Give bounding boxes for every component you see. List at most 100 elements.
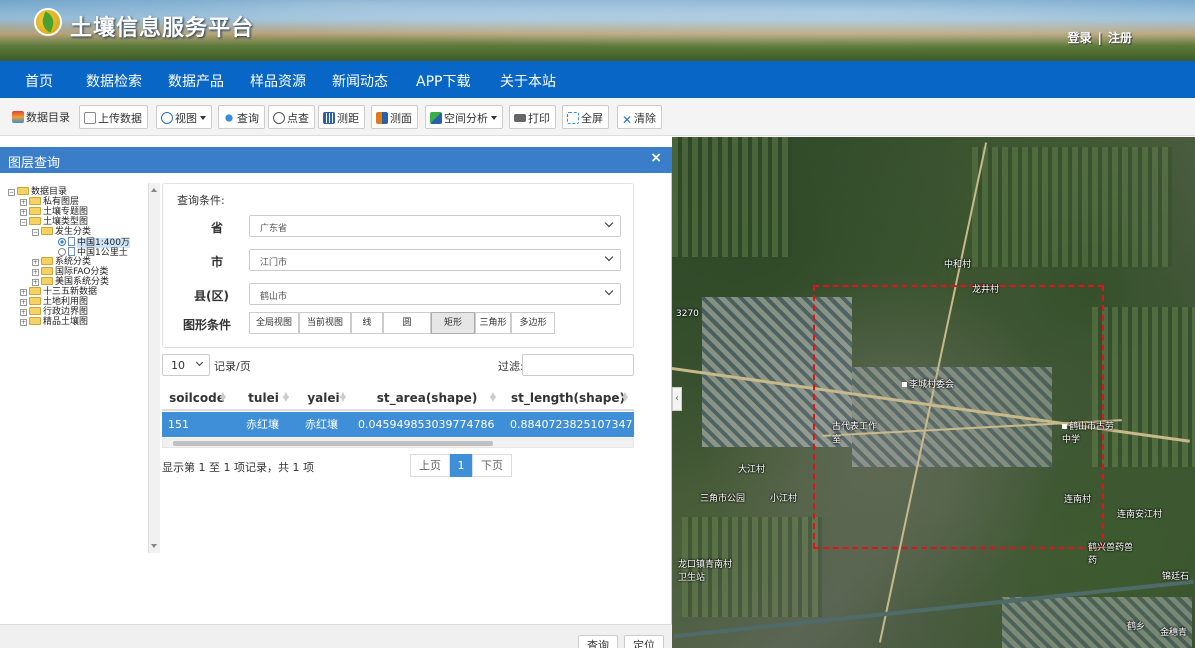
upload-button[interactable]: 上传数据	[79, 105, 148, 129]
nav-item-home[interactable]: 首页	[25, 71, 53, 91]
collapse-icon[interactable]: −	[32, 229, 39, 236]
shape-current-view-button[interactable]: 当前视图	[299, 312, 351, 334]
measure-distance-button[interactable]: 测距	[318, 105, 365, 129]
close-icon[interactable]: ×	[650, 150, 662, 166]
table-horizontal-scrollbar[interactable]	[162, 438, 634, 448]
table-header-st-area[interactable]: st_area(shape) ▲ ▼	[352, 385, 502, 411]
sort-icon[interactable]: ▲ ▼	[340, 391, 346, 403]
auth-links: 登录 | 注册	[1065, 29, 1135, 46]
layer-tree: − 数据目录 + 私有图层 + 土壤专题图 − 土壤类型图 − 发生分类 中国1:400万…	[0, 173, 160, 648]
tree-node-fine[interactable]: + 精品土壤图	[20, 317, 88, 327]
expand-icon[interactable]: +	[20, 309, 27, 316]
shape-global-view-button[interactable]: 全局视图	[249, 312, 299, 334]
tree-node-soil-type[interactable]: − 土壤类型图	[20, 217, 88, 227]
tree-node-fao[interactable]: + 国际FAO分类	[32, 267, 108, 277]
query-submit-button[interactable]: 查询	[578, 635, 618, 648]
site-header: 土壤信息服务平台 登录 | 注册	[0, 0, 1195, 61]
expand-icon[interactable]: +	[20, 199, 27, 206]
nav-item-data-products[interactable]: 数据产品	[168, 71, 224, 91]
expand-icon[interactable]: +	[20, 289, 27, 296]
panel-collapse-handle[interactable]: ‹	[672, 387, 682, 411]
shape-triangle-button[interactable]: 三角形	[475, 312, 511, 334]
next-page-button[interactable]: 下页	[472, 454, 512, 477]
tree-node-system[interactable]: + 系统分类	[32, 257, 91, 267]
measure-distance-label: 测距	[337, 112, 359, 125]
scrollbar-thumb[interactable]	[173, 441, 493, 446]
query-button[interactable]: 查询	[218, 105, 265, 129]
login-link[interactable]: 登录	[1068, 31, 1092, 45]
print-button[interactable]: 打印	[509, 105, 556, 129]
page-size-label: 记录/页	[214, 360, 251, 373]
table-header-tulei[interactable]: tulei ▲ ▼	[232, 385, 295, 411]
tree-node-genetic[interactable]: − 发生分类	[32, 227, 91, 237]
filter-input[interactable]	[522, 354, 634, 376]
shape-line-button[interactable]: 线	[351, 312, 383, 334]
scroll-up-icon[interactable]	[151, 188, 157, 192]
clear-button[interactable]: ✕ 清除	[617, 105, 662, 129]
satellite-map[interactable]: 中和村 龙井村 李城村委会 古代表工作室 鹤山市古劳中学 大江村 三角市公园 小…	[672, 137, 1195, 648]
expand-icon[interactable]: +	[32, 259, 39, 266]
table-header-soilcode[interactable]: soilcode ▲ ▼	[162, 385, 232, 411]
shape-polygon-button[interactable]: 多边形	[511, 312, 555, 334]
dialog-header[interactable]: 图层查询 ×	[0, 147, 672, 173]
site-title[interactable]: 土壤信息服务平台	[70, 10, 254, 42]
tree-node-us[interactable]: + 美国系统分类	[32, 277, 109, 287]
province-select[interactable]: 广东省	[249, 215, 621, 237]
expand-icon[interactable]: +	[20, 299, 27, 306]
shape-rectangle-button[interactable]: 矩形	[431, 312, 475, 334]
dialog-footer	[0, 624, 672, 648]
tree-node-thematic[interactable]: + 土壤专题图	[20, 207, 88, 217]
expand-icon[interactable]: +	[20, 209, 27, 216]
prev-page-button[interactable]: 上页	[410, 454, 450, 477]
catalog-button[interactable]: 数据目录	[8, 105, 75, 129]
nav-item-sample-resources[interactable]: 样品资源	[250, 71, 306, 91]
county-select[interactable]: 鹤山市	[249, 283, 621, 305]
table-header-st-length[interactable]: st_length(shape) ▲ ▼	[502, 385, 634, 411]
view-dropdown[interactable]: 视图	[156, 105, 212, 129]
radio-selected-icon[interactable]	[58, 238, 66, 246]
nav-item-about[interactable]: 关于本站	[500, 71, 556, 91]
fullscreen-label: 全屏	[581, 112, 603, 125]
radio-icon[interactable]	[58, 248, 66, 256]
sort-icon[interactable]: ▲ ▼	[283, 391, 289, 403]
collapse-icon[interactable]: −	[8, 189, 15, 196]
sort-icon[interactable]: ▲ ▼	[622, 391, 628, 403]
map-field	[672, 137, 792, 257]
tree-node-root[interactable]: − 数据目录	[8, 187, 67, 197]
map-label: 连南安江村	[1117, 510, 1163, 520]
county-value: 鹤山市	[260, 292, 288, 302]
city-select[interactable]: 江门市	[249, 249, 621, 271]
table-header-yalei[interactable]: yalei ▲ ▼	[295, 385, 352, 411]
nav-item-news[interactable]: 新闻动态	[332, 71, 388, 91]
shape-circle-button[interactable]: 圆	[383, 312, 431, 334]
tree-scrollbar[interactable]	[148, 183, 160, 553]
spatial-analysis-dropdown[interactable]: 空间分析	[425, 105, 503, 129]
register-link[interactable]: 注册	[1108, 31, 1132, 45]
collapse-icon[interactable]: −	[20, 219, 27, 226]
sort-icon[interactable]: ▲ ▼	[220, 391, 226, 403]
sort-icon[interactable]: ▲ ▼	[490, 391, 496, 403]
point-query-button[interactable]: 点查	[268, 105, 315, 129]
county-label: 县(区)	[194, 289, 229, 303]
fullscreen-button[interactable]: 全屏	[562, 105, 609, 129]
measure-area-button[interactable]: 测面	[371, 105, 418, 129]
nav-item-data-search[interactable]: 数据检索	[86, 71, 142, 91]
expand-icon[interactable]: +	[20, 319, 27, 326]
site-logo-icon[interactable]	[34, 8, 62, 36]
tree-node-admin[interactable]: + 行政边界图	[20, 307, 88, 317]
page-size-select[interactable]: 10	[162, 354, 210, 376]
selection-rectangle[interactable]	[813, 285, 1104, 549]
expand-icon[interactable]: +	[32, 269, 39, 276]
table-cell: 151	[162, 412, 232, 437]
tree-node-landuse[interactable]: + 土地利用图	[20, 297, 88, 307]
tree-node-thirteenth[interactable]: + 十三五新数据	[20, 287, 97, 297]
scroll-down-icon[interactable]	[151, 544, 157, 548]
page-button-1[interactable]: 1	[450, 454, 472, 477]
locate-button[interactable]: 定位	[624, 635, 664, 648]
tree-node-private[interactable]: + 私有图层	[20, 197, 79, 207]
catalog-label: 数据目录	[26, 111, 70, 124]
nav-item-app-download[interactable]: APP下载	[416, 71, 470, 91]
page: 土壤信息服务平台 登录 | 注册 首页 数据检索 数据产品 样品资源 新闻动态 AP…	[0, 0, 1195, 648]
expand-icon[interactable]: +	[32, 279, 39, 286]
area-icon	[376, 112, 388, 124]
